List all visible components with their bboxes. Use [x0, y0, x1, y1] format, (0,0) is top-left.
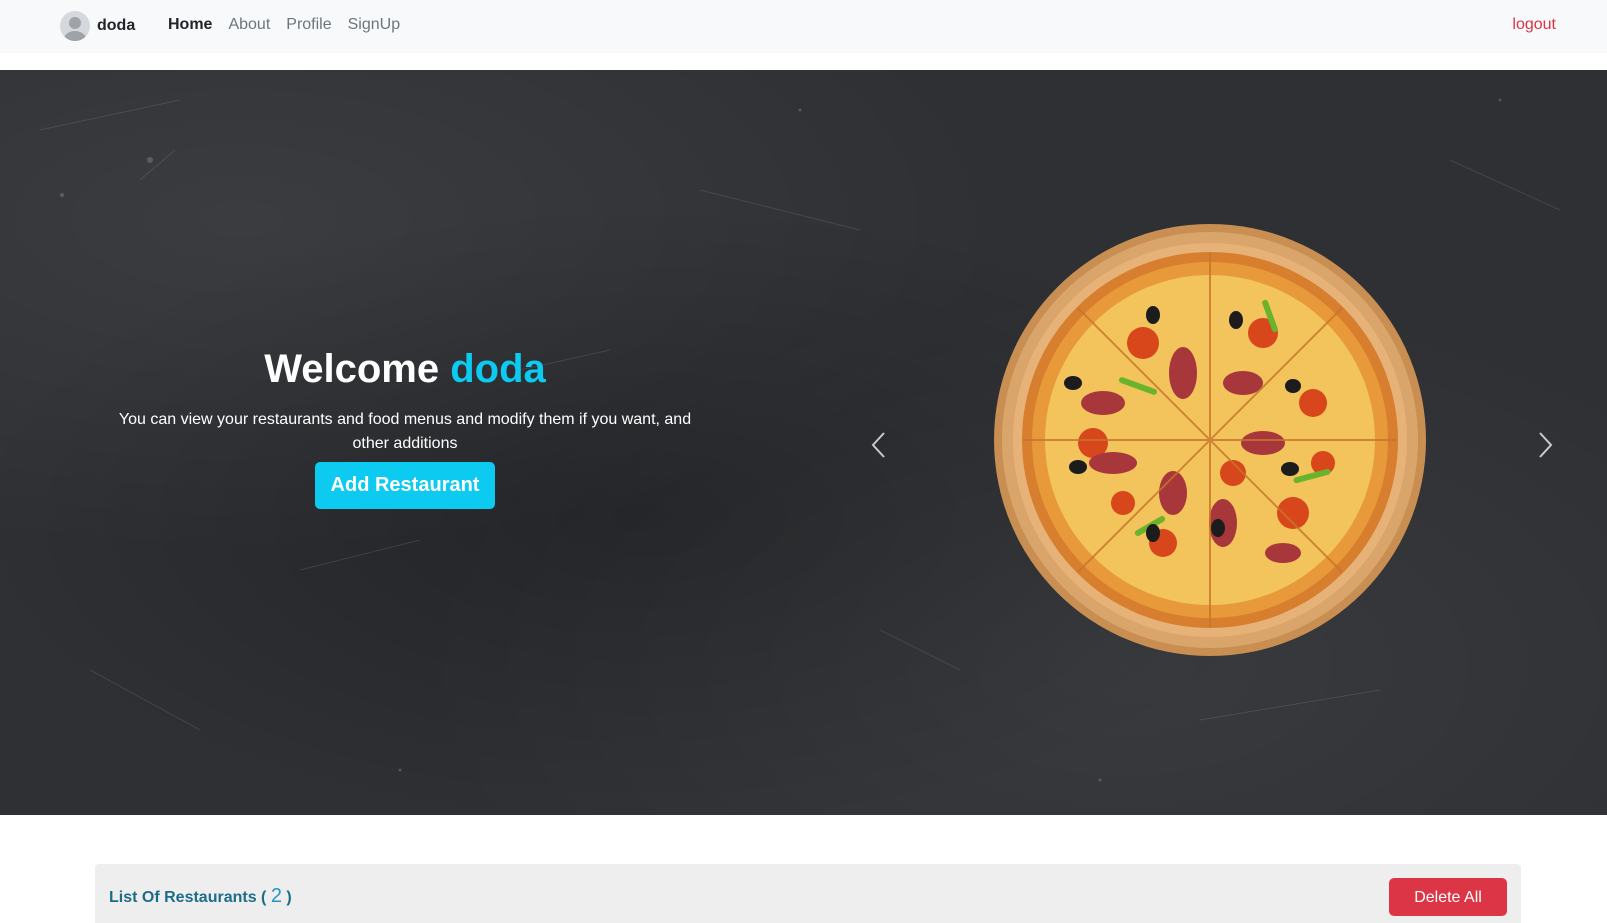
pizza-image	[994, 224, 1426, 656]
restaurant-count: 2	[270, 885, 282, 907]
list-close-paren: )	[286, 889, 292, 906]
welcome-heading: Welcome doda	[100, 345, 710, 393]
nav-links: Home About Profile SignUp	[168, 16, 416, 34]
hero-description: You can view your restaurants and food m…	[118, 411, 692, 452]
hero-carousel: Welcome doda You can view your restauran…	[0, 70, 1607, 815]
chevron-right-icon	[1539, 432, 1553, 458]
carousel-prev-button[interactable]	[864, 425, 894, 465]
nav-link-profile[interactable]: Profile	[286, 16, 331, 34]
brand-name: doda	[97, 17, 136, 34]
list-open-paren: (	[261, 889, 267, 906]
top-navbar: doda Home About Profile SignUp logout	[0, 0, 1607, 53]
list-title: List Of Restaurants ( 2 )	[109, 886, 292, 908]
chevron-left-icon	[871, 432, 885, 458]
avatar	[60, 11, 90, 41]
user-avatar-icon	[64, 17, 86, 41]
welcome-word: Welcome	[264, 347, 440, 391]
logout-link[interactable]: logout	[1512, 16, 1556, 34]
welcome-username: doda	[450, 347, 546, 391]
nav-link-home[interactable]: Home	[168, 16, 212, 34]
delete-all-button[interactable]: Delete All	[1389, 878, 1507, 916]
nav-link-signup[interactable]: SignUp	[348, 16, 400, 34]
hero-text: Welcome doda You can view your restauran…	[100, 345, 710, 509]
carousel-next-button[interactable]	[1530, 425, 1560, 465]
brand[interactable]: doda	[60, 11, 135, 41]
nav-link-about[interactable]: About	[228, 16, 270, 34]
add-restaurant-button[interactable]: Add Restaurant	[314, 462, 496, 509]
restaurants-list-header: List Of Restaurants ( 2 ) Delete All	[95, 864, 1521, 923]
list-title-text: List Of Restaurants	[109, 889, 257, 906]
